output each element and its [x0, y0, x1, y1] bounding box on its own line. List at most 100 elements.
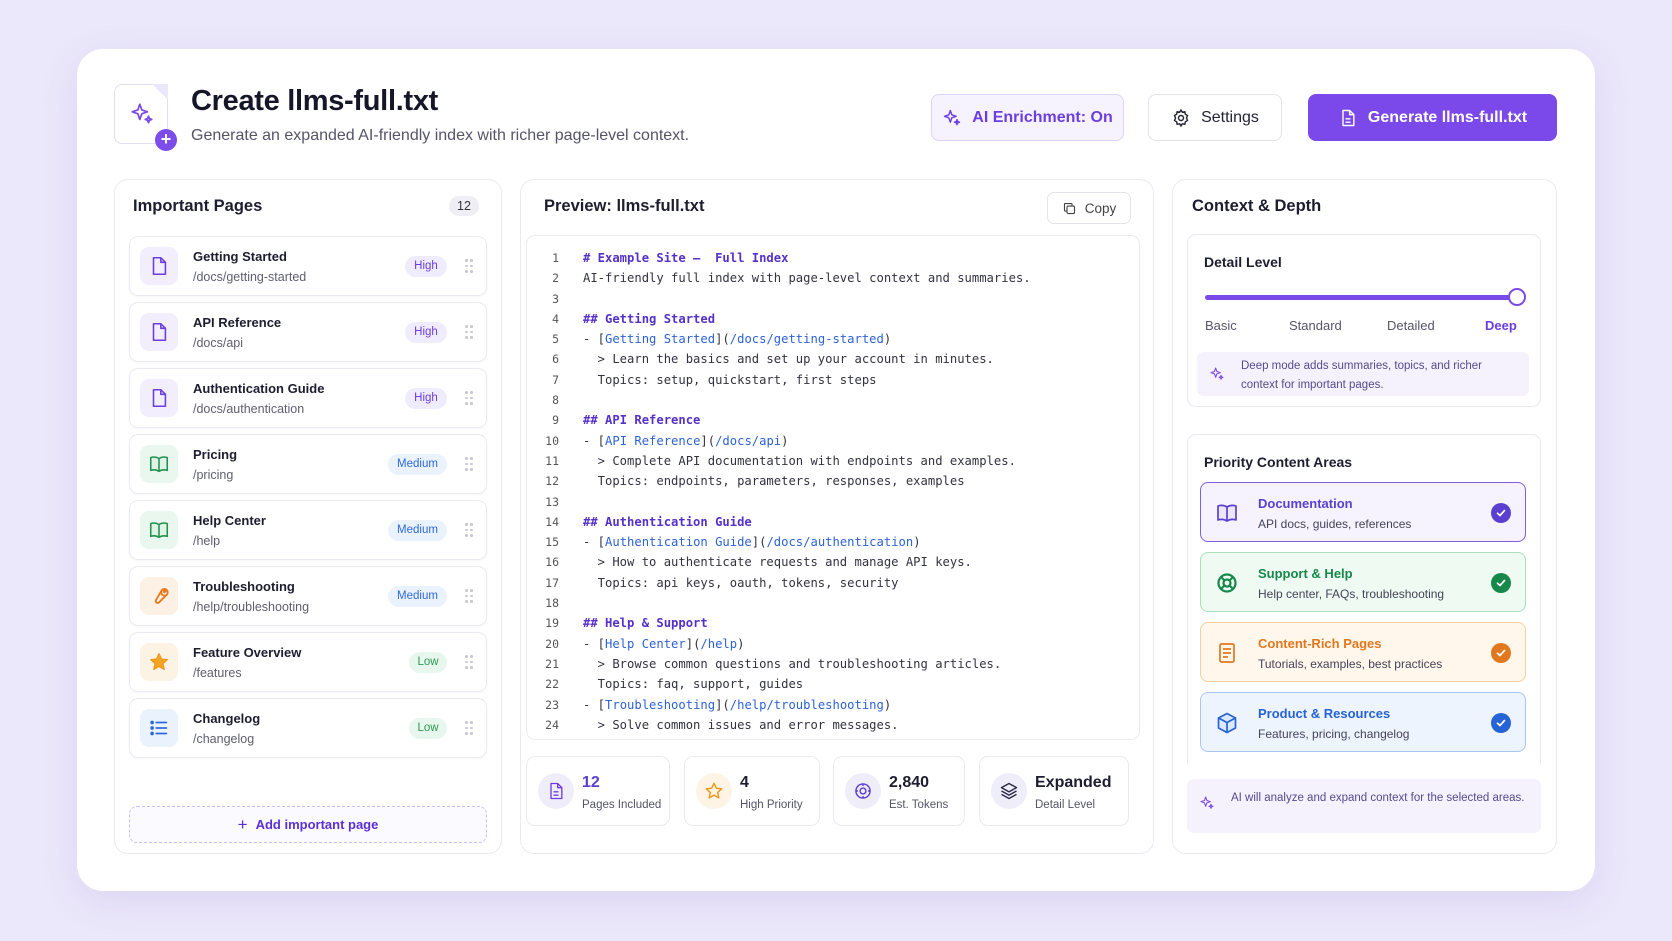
- priority-badge[interactable]: Medium: [388, 454, 447, 475]
- drag-handle-icon[interactable]: [465, 259, 473, 273]
- page-name: Authentication Guide: [193, 381, 325, 396]
- check-circle-icon[interactable]: [1491, 573, 1511, 593]
- line-text: Topics: api keys, oauth, tokens, securit…: [559, 573, 899, 593]
- code-token: ): [781, 433, 789, 448]
- article-icon: [1215, 641, 1239, 665]
- ai-enrichment-button[interactable]: AI Enrichment: On: [931, 94, 1124, 141]
- drag-handle-icon[interactable]: [465, 721, 473, 735]
- lifebuoy-icon: [1215, 571, 1239, 595]
- stat-label: Est. Tokens: [889, 799, 949, 811]
- code-token: ): [913, 535, 921, 550]
- line-number: 18: [545, 596, 559, 611]
- code-line: 10- [API Reference](/docs/api): [527, 431, 1139, 451]
- generate-button[interactable]: Generate llms-full.txt: [1308, 94, 1557, 141]
- priority-badge[interactable]: High: [405, 256, 447, 277]
- priority-badge[interactable]: Medium: [388, 586, 447, 607]
- line-text: Topics: faq, support, guides: [559, 674, 803, 694]
- drag-handle-icon[interactable]: [465, 589, 473, 603]
- priority-badge[interactable]: Low: [409, 718, 447, 739]
- code-token: Topics: setup, quickstart, first steps: [583, 372, 877, 387]
- code-token: /help/troubleshooting: [729, 697, 884, 712]
- check-circle-icon[interactable]: [1491, 503, 1511, 523]
- detail-slider-thumb[interactable]: [1508, 288, 1526, 306]
- check-circle-icon[interactable]: [1491, 713, 1511, 733]
- code-line: 6 > Learn the basics and set up your acc…: [527, 349, 1139, 369]
- code-token: ## API Reference: [583, 413, 701, 428]
- content-area-option[interactable]: Product & Resources Features, pricing, ch…: [1200, 692, 1526, 752]
- code-line: 5- [Getting Started](/docs/getting-start…: [527, 329, 1139, 349]
- drag-handle-icon[interactable]: [465, 523, 473, 537]
- page-path: /docs/api: [193, 336, 244, 350]
- stat-card: 2,840 Est. Tokens: [833, 756, 965, 826]
- content-area-name: Product & Resources: [1258, 706, 1391, 721]
- line-text: [559, 593, 583, 613]
- priority-badge[interactable]: High: [405, 388, 447, 409]
- preview-panel: Preview: llms-full.txt Copy 1 # Example S…: [520, 179, 1154, 854]
- drag-handle-icon[interactable]: [465, 655, 473, 669]
- priority-badge[interactable]: Low: [409, 652, 447, 673]
- page-path: /docs/authentication: [193, 402, 305, 416]
- line-number: 12: [545, 474, 559, 489]
- page-name: Help Center: [193, 513, 266, 528]
- code-token: - [: [583, 636, 606, 651]
- file-icon: [140, 379, 178, 417]
- line-text: - [Troubleshooting](/help/troubleshootin…: [559, 695, 891, 715]
- line-text: [559, 289, 583, 309]
- star-outline-icon: [696, 773, 732, 809]
- code-line: 20- [Help Center](/help): [527, 634, 1139, 654]
- page-item[interactable]: API Reference/docs/api High: [129, 302, 487, 362]
- level-detailed[interactable]: Detailed: [1387, 318, 1435, 333]
- list-icon: [140, 709, 178, 747]
- line-number: 6: [552, 352, 559, 367]
- check-circle-icon[interactable]: [1491, 643, 1511, 663]
- content-area-option[interactable]: Content-Rich Pages Tutorials, examples, b…: [1200, 622, 1526, 682]
- detail-slider-track[interactable]: [1205, 295, 1516, 300]
- page-item[interactable]: Changelog/changelog Low: [129, 698, 487, 758]
- detail-level-card: Detail Level Basic Standard Detailed Dee…: [1187, 234, 1541, 407]
- priority-badge[interactable]: High: [405, 322, 447, 343]
- level-deep[interactable]: Deep: [1485, 318, 1517, 333]
- line-text: - [API Reference](/docs/api): [559, 431, 788, 451]
- code-line: 7 Topics: setup, quickstart, first steps: [527, 370, 1139, 390]
- level-standard[interactable]: Standard: [1289, 318, 1342, 333]
- content-area-option[interactable]: Support & Help Help center, FAQs, trouble…: [1200, 552, 1526, 612]
- page-item[interactable]: Feature Overview/features Low: [129, 632, 487, 692]
- content-area-option[interactable]: Documentation API docs, guides, reference…: [1200, 482, 1526, 542]
- line-number: 11: [545, 453, 559, 468]
- drag-handle-icon[interactable]: [465, 325, 473, 339]
- code-line: 3: [527, 289, 1139, 309]
- drag-handle-icon[interactable]: [465, 391, 473, 405]
- stat-card: 4 High Priority: [684, 756, 820, 826]
- priority-badge[interactable]: Medium: [388, 520, 447, 541]
- page-item[interactable]: Authentication Guide/docs/authentication…: [129, 368, 487, 428]
- page-name: Changelog: [193, 711, 261, 726]
- page-title: Create llms-full.txt: [191, 85, 438, 117]
- code-token: /docs/authentication: [766, 535, 914, 550]
- code-token: Getting Started: [605, 332, 716, 347]
- page-item[interactable]: Getting Started/docs/getting-started High: [129, 236, 487, 296]
- line-text: ## Help & Support: [559, 613, 708, 633]
- sparkle-icon: [1210, 367, 1224, 380]
- drag-handle-icon[interactable]: [465, 457, 473, 471]
- copy-button[interactable]: Copy: [1047, 192, 1131, 224]
- page-item[interactable]: Help Center/help Medium: [129, 500, 487, 560]
- page-path: /help/troubleshooting: [193, 600, 310, 614]
- add-important-page-button[interactable]: + Add important page: [129, 806, 487, 843]
- code-token: > Complete API documentation with endpoi…: [583, 453, 1016, 468]
- priority-areas-card: Priority Content Areas Documentation API …: [1187, 434, 1541, 765]
- line-text: # Example Site – Full Index: [559, 248, 788, 268]
- stat-label: Detail Level: [1035, 799, 1096, 811]
- code-token: ## Getting Started: [583, 311, 716, 326]
- code-token: > How to authenticate requests and manag…: [583, 555, 972, 570]
- page-item[interactable]: Pricing/pricing Medium: [129, 434, 487, 494]
- line-text: ## Authentication Guide: [559, 512, 752, 532]
- sparkle-icon: [1200, 796, 1214, 809]
- ai-footer-note: AI will analyze and expand context for t…: [1187, 779, 1541, 833]
- code-preview[interactable]: 1 # Example Site – Full Index 2 AI-friendly…: [526, 235, 1140, 740]
- code-line: 8: [527, 390, 1139, 410]
- level-basic[interactable]: Basic: [1205, 318, 1237, 333]
- content-area-name: Support & Help: [1258, 566, 1353, 581]
- settings-button[interactable]: Settings: [1148, 94, 1282, 141]
- page-item[interactable]: Troubleshooting/help/troubleshooting Medi…: [129, 566, 487, 626]
- code-line: 14 ## Authentication Guide: [527, 512, 1139, 532]
